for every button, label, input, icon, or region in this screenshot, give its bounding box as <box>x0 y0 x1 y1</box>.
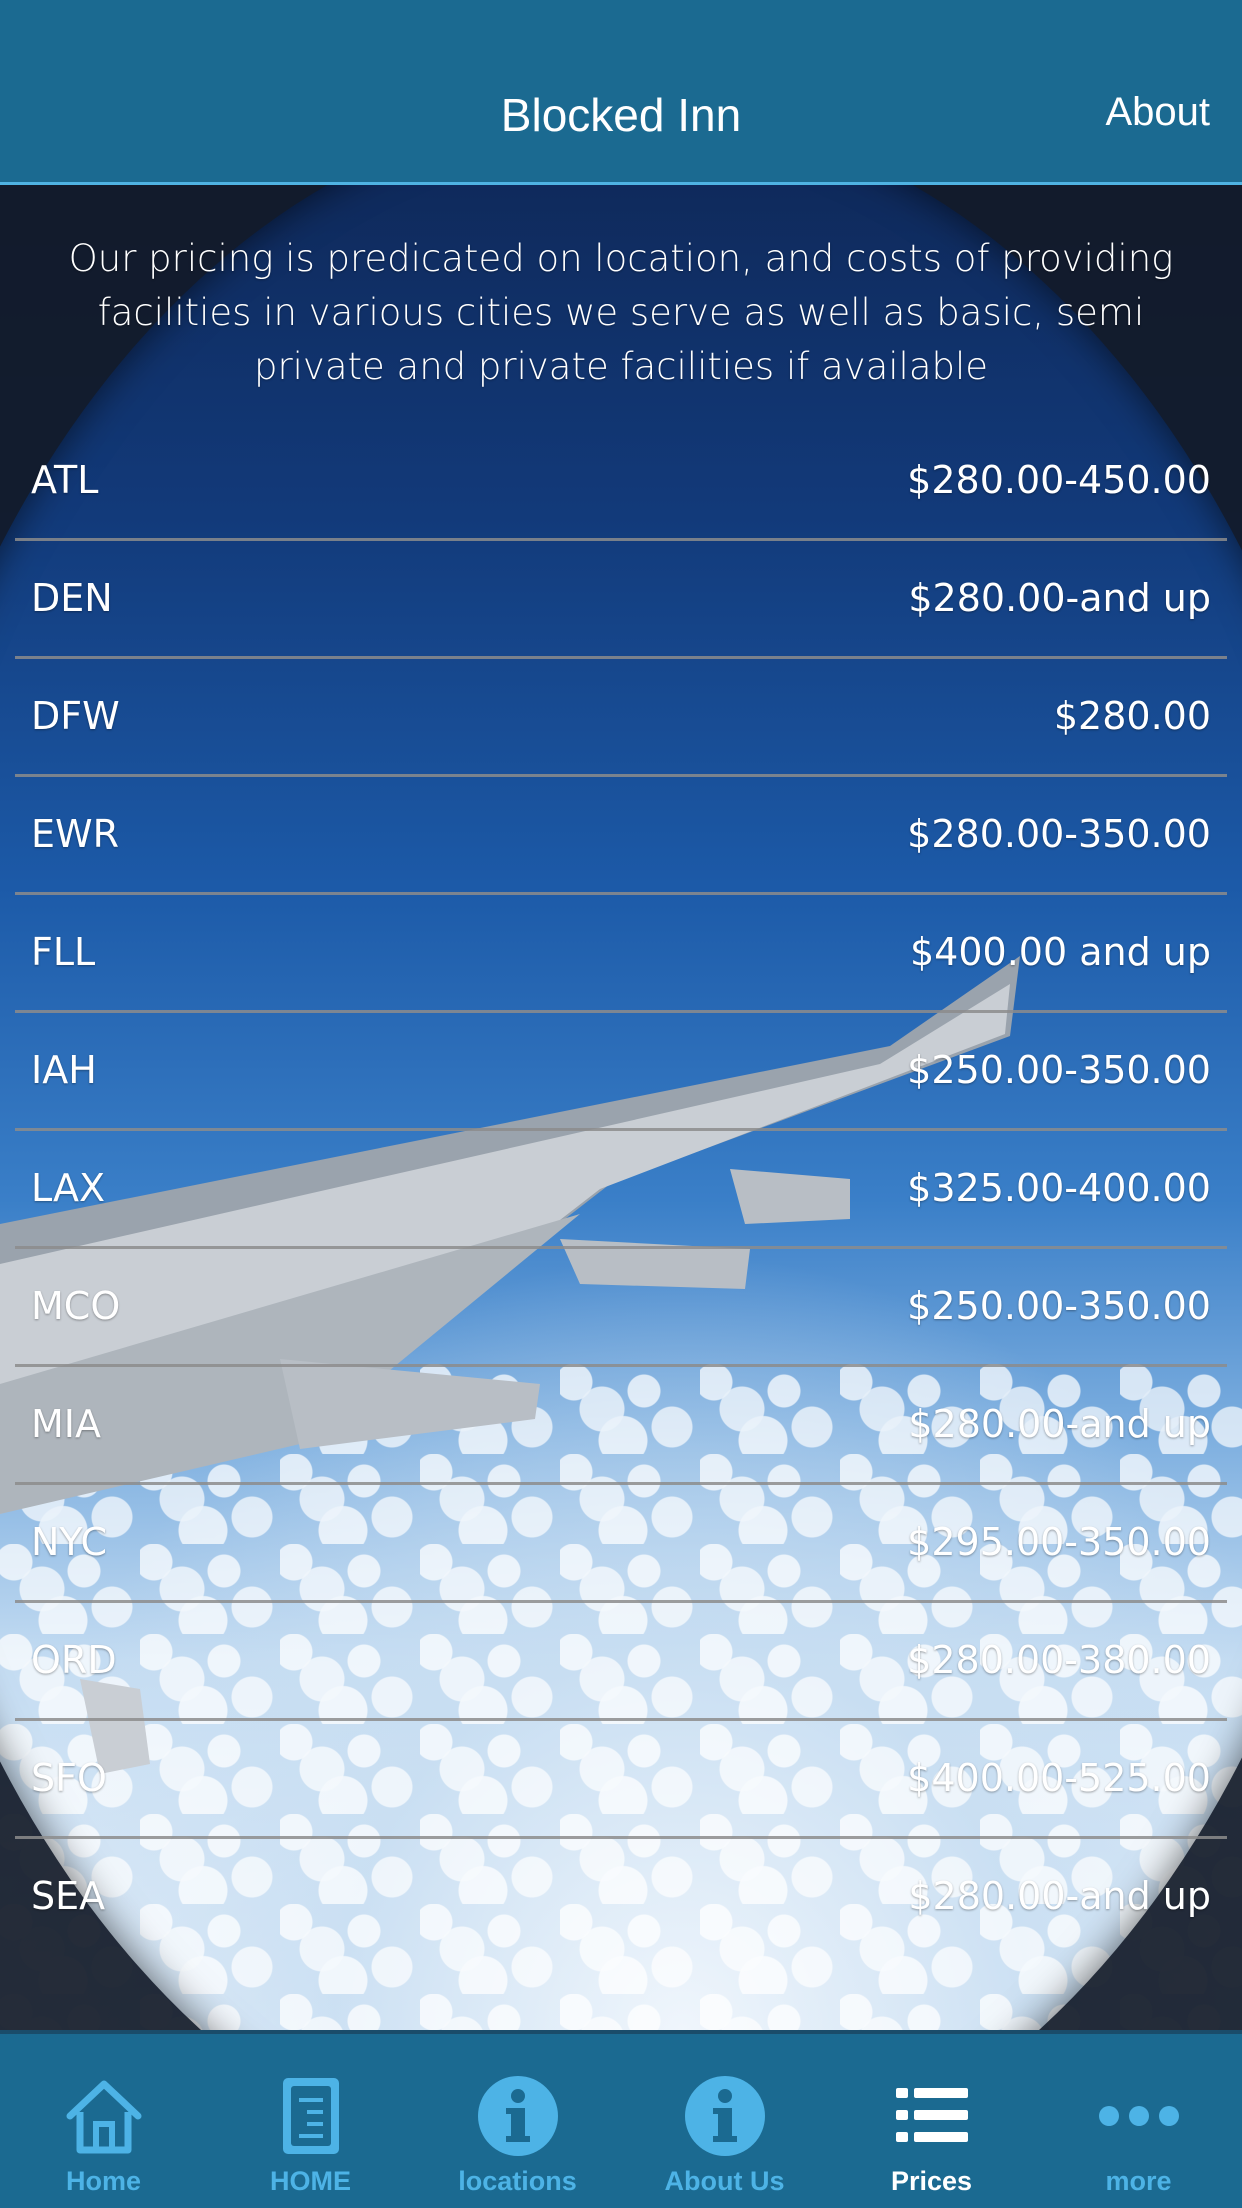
price-range: $250.00-350.00 <box>907 1048 1211 1092</box>
airport-code: DEN <box>31 576 113 620</box>
pricing-intro-text: Our pricing is predicated on location, a… <box>68 237 1174 388</box>
list-icon <box>895 2088 968 2142</box>
airport-code: LAX <box>31 1166 106 1210</box>
price-range: $280.00 <box>1053 694 1211 738</box>
tab-about-us[interactable]: About Us <box>621 2034 828 2208</box>
tab-home-page[interactable]: HOME <box>207 2034 414 2208</box>
airport-code: MCO <box>31 1284 121 1328</box>
price-row-dfw[interactable]: DFW $280.00 <box>15 659 1227 777</box>
tab-label: About Us <box>664 2166 785 2196</box>
nav-header: Blocked Inn About <box>0 0 1242 185</box>
tab-label: Prices <box>890 2166 973 2196</box>
price-row-nyc[interactable]: NYC $295.00-350.00 <box>15 1485 1227 1603</box>
price-row-sfo[interactable]: SFO $400.00-525.00 <box>15 1721 1227 1839</box>
airport-code: DFW <box>31 694 120 738</box>
tab-label: locations <box>458 2166 577 2196</box>
price-row-ord[interactable]: ORD $280.00-380.00 <box>15 1603 1227 1721</box>
bottom-tab-bar: Home HOME locations About Us Prices more <box>0 2030 1242 2208</box>
price-range: $280.00-450.00 <box>907 458 1211 502</box>
tab-home[interactable]: Home <box>0 2034 207 2208</box>
price-row-den[interactable]: DEN $280.00-and up <box>15 541 1227 659</box>
airport-code: FLL <box>31 930 96 974</box>
price-row-fll[interactable]: FLL $400.00 and up <box>15 895 1227 1013</box>
price-row-mco[interactable]: MCO $250.00-350.00 <box>15 1249 1227 1367</box>
airport-code: SFO <box>31 1756 107 1800</box>
tab-more[interactable]: more <box>1035 2034 1242 2208</box>
price-row-lax[interactable]: LAX $325.00-400.00 <box>15 1131 1227 1249</box>
price-range: $280.00-and up <box>908 1874 1211 1918</box>
price-row-iah[interactable]: IAH $250.00-350.00 <box>15 1013 1227 1131</box>
more-dots-icon <box>1098 2106 1179 2126</box>
tab-prices[interactable]: Prices <box>828 2034 1035 2208</box>
document-icon <box>282 2078 339 2154</box>
price-range: $280.00-380.00 <box>907 1638 1211 1682</box>
price-range: $295.00-350.00 <box>907 1520 1211 1564</box>
airport-code: ATL <box>31 458 99 502</box>
info-icon <box>477 2076 558 2156</box>
airport-code: IAH <box>31 1048 97 1092</box>
about-link[interactable]: About <box>1105 90 1210 135</box>
airport-code: EWR <box>31 812 119 856</box>
price-list: ATL $280.00-450.00 DEN $280.00-and up DFW $… <box>15 423 1227 1954</box>
price-row-ewr[interactable]: EWR $280.00-350.00 <box>15 777 1227 895</box>
tab-locations[interactable]: locations <box>414 2034 621 2208</box>
price-range: $250.00-350.00 <box>907 1284 1211 1328</box>
airport-code: MIA <box>31 1402 101 1446</box>
airport-code: SEA <box>31 1874 106 1918</box>
house-icon <box>66 2080 141 2154</box>
tab-label: HOME <box>270 2166 351 2196</box>
info-icon <box>684 2076 765 2156</box>
price-row-atl[interactable]: ATL $280.00-450.00 <box>15 423 1227 541</box>
airport-code: ORD <box>31 1638 117 1682</box>
price-range: $400.00-525.00 <box>907 1756 1211 1800</box>
price-range: $280.00-350.00 <box>907 812 1211 856</box>
price-range: $280.00-and up <box>908 1402 1211 1446</box>
price-range: $400.00 and up <box>910 930 1211 974</box>
page-title: Blocked Inn <box>500 89 742 141</box>
tab-label: Home <box>65 2166 141 2196</box>
price-row-mia[interactable]: MIA $280.00-and up <box>15 1367 1227 1485</box>
price-range: $280.00-and up <box>908 576 1211 620</box>
price-row-sea[interactable]: SEA $280.00-and up <box>15 1839 1227 1954</box>
airport-code: NYC <box>31 1520 108 1564</box>
price-range: $325.00-400.00 <box>907 1166 1211 1210</box>
tab-label: more <box>1105 2166 1172 2196</box>
